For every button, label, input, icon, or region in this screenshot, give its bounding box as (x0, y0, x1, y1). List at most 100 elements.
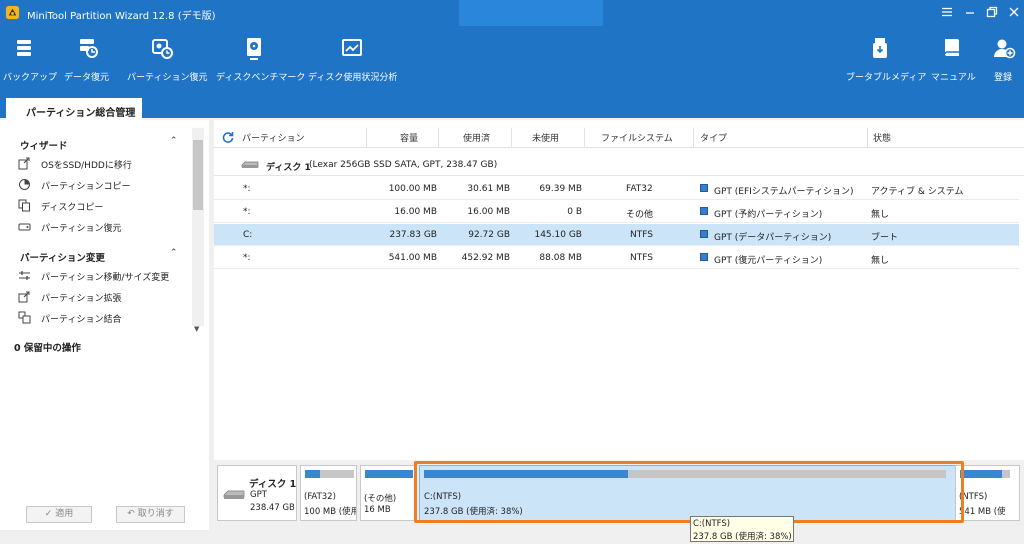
column-header-unused[interactable]: 未使用 (532, 131, 559, 144)
column-header-used[interactable]: 使用済 (463, 131, 490, 144)
cell-unused: 0 B (567, 207, 582, 217)
sidebar-item-copy-disk[interactable]: ディスクコピー (18, 198, 188, 214)
sidebar-item-extend-partition[interactable]: パーティション拡張 (18, 289, 188, 305)
tooltip-line-1: C:(NTFS) (693, 519, 731, 529)
sidebar-item-label: OSをSSD/HDDに移行 (41, 161, 132, 171)
selection-highlight (414, 461, 964, 523)
sidebar-scrollbar-thumb[interactable] (193, 140, 203, 210)
scroll-down-icon[interactable]: ▼ (194, 325, 199, 333)
cell-partition: *: (243, 207, 251, 217)
cell-unused: 145.10 GB (534, 230, 582, 240)
column-header-filesystem[interactable]: ファイルシステム (601, 131, 673, 144)
sidebar-item-copy-partition[interactable]: パーティションコピー (18, 177, 188, 193)
table-row[interactable]: *: 16.00 MB 16.00 MB 0 B その他 GPT (予約パーティ… (214, 201, 1019, 223)
partition-type-icon (700, 207, 708, 215)
backup-label: バックアップ (3, 73, 58, 83)
cell-used: 30.61 MB (467, 184, 510, 194)
close-icon[interactable] (1007, 5, 1021, 19)
cell-capacity: 541.00 MB (388, 253, 437, 263)
collapse-wizard-icon[interactable]: ⌃ (170, 136, 178, 146)
app-logo-icon (5, 5, 20, 20)
partition-type-icon (700, 184, 708, 192)
status-bar (0, 530, 1024, 544)
header: MiniTool Partition Wizard 12.8 (デモ版) バック… (0, 0, 1024, 96)
disk-drive-icon (241, 161, 259, 168)
partition-recovery-label: パーティション復元 (127, 73, 208, 83)
collapse-change-icon[interactable]: ⌃ (170, 248, 178, 258)
usage-bar (365, 470, 413, 478)
tab-strip (0, 96, 1024, 118)
migrate-os-icon (18, 157, 30, 170)
disk-benchmark-label: ディスクベンチマーク (216, 73, 306, 83)
cell-type: GPT (復元パーティション) (714, 256, 823, 266)
cell-used: 16.00 MB (467, 207, 510, 217)
wizard-section-title: ウィザード (20, 141, 68, 152)
cell-partition: C: (243, 230, 253, 240)
partition-tooltip: C:(NTFS) 237.8 GB (使用済: 38%) (690, 516, 794, 542)
bootable-media-label: ブータブルメディア (846, 73, 927, 83)
cell-status: 無し (871, 256, 890, 266)
window-title: MiniTool Partition Wizard 12.8 (デモ版) (27, 11, 216, 22)
table-row-selected[interactable]: C: 237.83 GB 92.72 GB 145.10 GB NTFS GPT… (214, 224, 1019, 246)
sidebar-item-label: パーティション拡張 (41, 294, 122, 304)
minimize-icon[interactable] (963, 5, 977, 19)
merge-partition-icon (18, 311, 31, 324)
menu-icon[interactable] (940, 5, 954, 19)
cell-filesystem: NTFS (630, 253, 653, 263)
disk-map-block-other[interactable]: (その他) 16 MB (360, 465, 416, 521)
pending-operations: 0 保留中の操作 (14, 343, 81, 354)
tooltip-line-2: 237.8 GB (使用済: 38%) (693, 532, 792, 542)
partition-change-section-title: パーティション変更 (20, 253, 105, 264)
cell-used: 452.92 MB (461, 253, 510, 263)
disk-map-disk-info[interactable]: ディスク 1 GPT 238.47 GB (217, 465, 297, 521)
sidebar-item-label: ディスクコピー (41, 203, 104, 213)
usage-fill (365, 470, 413, 478)
cell-type: GPT (EFIシステムパーティション) (714, 187, 854, 197)
disk-drive-icon (223, 490, 245, 499)
apply-button[interactable]: ✓ 適用 (26, 506, 92, 523)
sidebar-item-merge-partition[interactable]: パーティション結合 (18, 310, 188, 326)
disk-map-block-fat32[interactable]: (FAT32) 100 MB (使用 (300, 465, 357, 521)
column-header-partition[interactable]: パーティション (242, 131, 304, 144)
sidebar-item-partition-recovery[interactable]: パーティション復元 (18, 219, 188, 235)
usage-bar (960, 470, 1010, 478)
column-header-type[interactable]: タイプ (700, 131, 727, 144)
cell-filesystem: FAT32 (626, 184, 653, 194)
cell-unused: 88.08 MB (539, 253, 582, 263)
tab-partition-management[interactable]: パーティション総合管理 (6, 96, 142, 120)
disk-row[interactable]: ディスク 1 (Lexar 256GB SSD SATA, GPT, 238.4… (214, 154, 1024, 176)
disk-map-block-recovery-ntfs[interactable]: (NTFS) 541 MB (使 (955, 465, 1020, 521)
cell-partition: *: (243, 253, 251, 263)
cell-capacity: 16.00 MB (394, 207, 437, 217)
column-header-capacity[interactable]: 容量 (400, 131, 418, 144)
undo-button[interactable]: ↶ 取り消す (116, 506, 185, 523)
partition-table: パーティション 容量 使用済 未使用 ファイルシステム タイプ 状態 ディスク … (214, 120, 1024, 460)
column-header-status[interactable]: 状態 (873, 131, 891, 144)
disk-name: ディスク 1 (266, 163, 311, 173)
cell-used: 92.72 GB (468, 230, 510, 240)
disk-detail: (Lexar 256GB SSD SATA, GPT, 238.47 GB) (309, 160, 498, 170)
bootable-media-icon (873, 38, 887, 58)
cell-unused: 69.39 MB (539, 184, 582, 194)
tab-label: パーティション総合管理 (26, 108, 136, 119)
partition-recovery-icon (152, 39, 173, 59)
table-row[interactable]: *: 541.00 MB 452.92 MB 88.08 MB NTFS GPT… (214, 247, 1019, 269)
manual-label: マニュアル (931, 73, 976, 83)
cell-partition: *: (243, 184, 251, 194)
cell-type: GPT (予約パーティション) (714, 210, 823, 220)
backup-icon (17, 40, 31, 56)
cell-capacity: 100.00 MB (388, 184, 437, 194)
restore-icon[interactable] (985, 5, 999, 19)
register-label: 登録 (994, 73, 1013, 83)
sidebar-item-label: パーティション復元 (41, 224, 122, 234)
disk-map-disk-name: ディスク 1 (249, 479, 297, 490)
refresh-icon[interactable] (222, 131, 234, 143)
partition-type-icon (700, 230, 708, 238)
table-row[interactable]: *: 100.00 MB 30.61 MB 69.39 MB FAT32 GPT… (214, 178, 1019, 200)
disk-map-disk-size: 238.47 GB (250, 503, 295, 513)
sidebar-item-move-resize[interactable]: パーティション移動/サイズ変更 (18, 268, 188, 284)
sidebar-item-migrate-os[interactable]: OSをSSD/HDDに移行 (18, 156, 188, 172)
usage-fill (960, 470, 1002, 478)
disk-usage-icon (342, 39, 362, 56)
sidebar-scrollbar[interactable] (192, 128, 204, 326)
